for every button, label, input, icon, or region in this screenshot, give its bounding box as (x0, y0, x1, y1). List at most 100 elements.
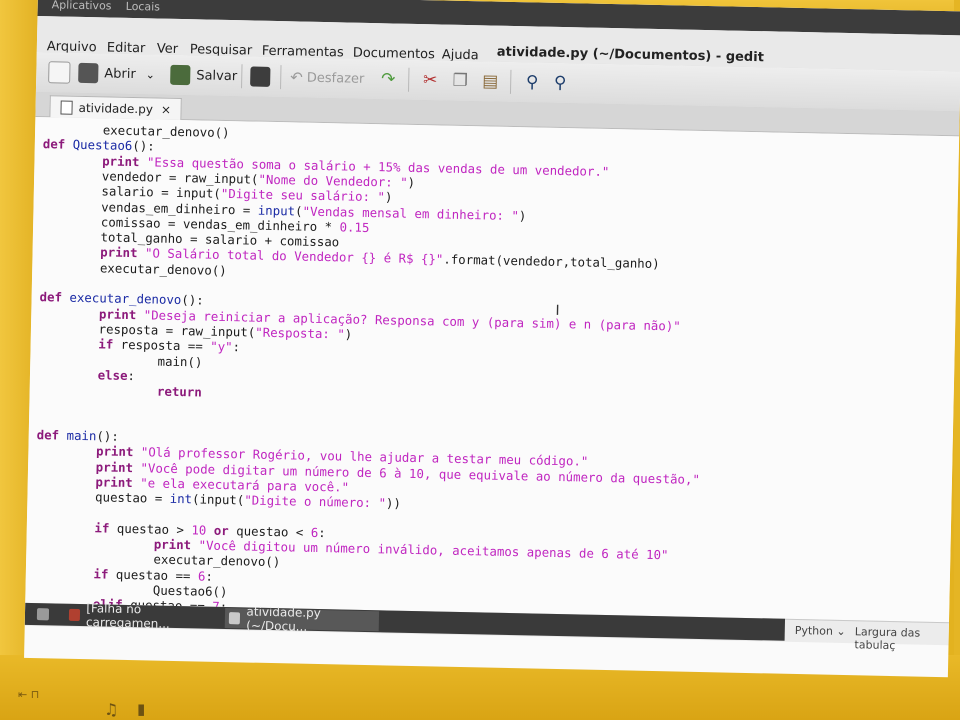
code-token: questao > (109, 520, 192, 538)
code-token: : (318, 524, 326, 540)
headphones-icon: ♫ (104, 700, 119, 719)
code-token: int (169, 491, 193, 507)
code-token: 10 (191, 522, 207, 538)
code-token: print (100, 244, 138, 261)
code-token: questao < (228, 522, 311, 540)
cut-icon[interactable]: ✂ (420, 70, 440, 90)
code-token: print (153, 536, 192, 553)
code-token: resposta == (113, 336, 211, 354)
code-line[interactable]: return (38, 381, 202, 400)
taskbar-item-error[interactable]: [Falha no carregamen... (65, 601, 219, 631)
code-token: def (42, 136, 66, 152)
undo-icon: ↶ (290, 68, 304, 87)
copy-icon[interactable]: ❐ (450, 71, 470, 91)
taskbar-item-label: [Falha no carregamen... (85, 601, 170, 631)
open-button-label: Abrir (104, 65, 136, 82)
desktop-icon (36, 608, 50, 621)
code-token: if (93, 565, 109, 582)
tab-atividade-py[interactable]: atividade.py × (49, 95, 183, 121)
code-token: or (206, 522, 229, 538)
code-token: print (98, 305, 137, 322)
undo-button[interactable]: ↶ Desfazer (290, 66, 365, 90)
save-button[interactable]: Salvar (170, 64, 237, 87)
screen: Aplicativos Locais Arquivo Editar Ver Pe… (24, 0, 960, 678)
code-token: print (95, 443, 134, 460)
panel-applications-menu[interactable]: Aplicativos (52, 0, 112, 13)
code-token: def (36, 427, 60, 443)
audio-jack-icon: ▮ (137, 700, 146, 718)
redo-icon[interactable]: ↷ (378, 69, 398, 89)
code-token: executar_denovo() (40, 258, 227, 278)
panel-places-menu[interactable]: Locais (126, 0, 161, 14)
monitor-input-icon: ⇤ ⊓ (18, 688, 40, 701)
code-token: (): (96, 428, 119, 444)
language-selector[interactable]: Python ⌄ (795, 624, 846, 638)
toolbar-separator (407, 67, 410, 92)
code-editor[interactable]: executar_denovo() def Questao6(): print "… (25, 116, 960, 623)
code-token: questao = (35, 488, 170, 507)
code-token: return (156, 383, 202, 400)
taskbar-item-label: atividade.py (~/Docu... (246, 604, 321, 634)
toolbar-separator (280, 65, 282, 90)
new-document-button[interactable] (48, 61, 76, 84)
code-token: if (94, 520, 110, 536)
code-token: print (95, 458, 134, 475)
code-token: "Resposta: " (255, 324, 345, 342)
search-replace-icon[interactable]: ⚲ (550, 73, 570, 93)
code-token: Questao6 (65, 136, 133, 154)
code-token: : (232, 339, 241, 355)
search-icon[interactable]: ⚲ (522, 72, 542, 92)
close-tab-icon[interactable]: × (161, 102, 171, 116)
code-token: )) (385, 495, 402, 511)
code-token: : (127, 367, 136, 383)
taskbar-item-gedit[interactable]: atividade.py (~/Docu... (224, 605, 380, 634)
new-document-icon (48, 61, 71, 84)
code-token: ) (407, 174, 416, 190)
code-token: else (97, 367, 128, 383)
code-token: .format(vendedor,total_ganho) (443, 251, 660, 272)
tab-width-selector[interactable]: Largura das tabulaç (854, 625, 949, 653)
code-token: ) (518, 207, 527, 223)
code-token: def (39, 289, 63, 305)
show-desktop-button[interactable] (33, 604, 67, 625)
code-token: ) (344, 326, 353, 342)
printer-icon (250, 66, 271, 87)
undo-button-label: Desfazer (306, 70, 365, 87)
code-token: print (102, 152, 140, 169)
folder-open-icon (78, 62, 99, 84)
error-window-icon (68, 608, 81, 622)
save-icon (170, 64, 191, 86)
code-token: 0.15 (339, 219, 370, 235)
code-token: (): (181, 292, 204, 308)
code-token: ) (384, 189, 393, 205)
code-token: (input( (191, 491, 245, 508)
save-button-label: Salvar (196, 67, 238, 84)
code-token: : (205, 568, 214, 584)
paste-icon[interactable]: ▤ (480, 71, 500, 91)
code-token: main (58, 427, 97, 444)
code-line[interactable]: executar_denovo() (40, 259, 227, 279)
code-token: input (257, 202, 296, 218)
toolbar-separator (509, 69, 512, 94)
code-token: "Digite o número: " (244, 492, 387, 511)
code-token: (): (132, 138, 155, 154)
gedit-window-icon (228, 612, 241, 625)
code-token: "y" (210, 338, 233, 355)
code-token: questao == (108, 566, 199, 584)
toolbar-separator (241, 64, 243, 89)
print-button[interactable] (250, 65, 276, 88)
chevron-down-icon[interactable]: ⌄ (146, 68, 155, 81)
text-cursor-icon: I (555, 302, 560, 319)
code-token: print (95, 474, 133, 490)
open-button[interactable]: Abrir ⌄ (78, 62, 155, 86)
